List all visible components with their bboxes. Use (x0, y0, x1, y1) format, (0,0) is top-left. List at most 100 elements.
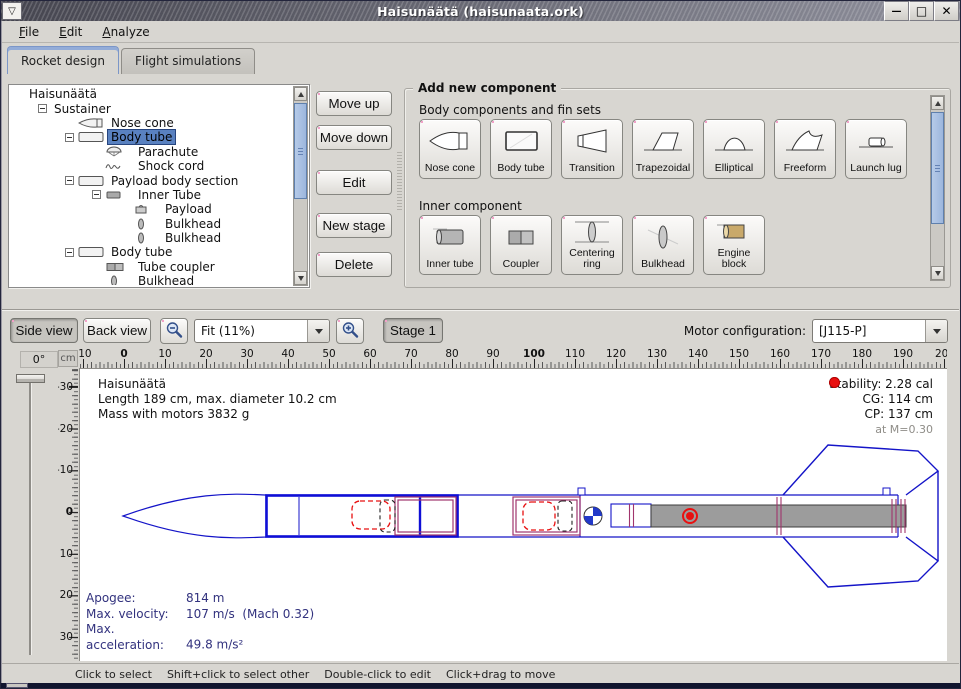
title-bar[interactable]: Haisunäätä (haisunaata.ork) ▽ — □ ✕ (1, 1, 960, 21)
tree-item-rocket[interactable]: Haisunäätä (11, 87, 292, 101)
add-freeform-fin-button[interactable]: Freeform (774, 119, 836, 179)
scrollbar-thumb[interactable] (294, 103, 307, 199)
launch-lug[interactable] (578, 488, 585, 495)
bulkhead-outline[interactable] (558, 501, 572, 531)
move-up-button[interactable]: Move up (316, 91, 392, 116)
add-launch-lug-button[interactable]: Launch lug (845, 119, 907, 179)
ruler-unit-label: cm (58, 350, 78, 367)
tree-item-bulkhead[interactable]: Bulkhead (11, 231, 292, 245)
tube-coupler-outline[interactable] (395, 497, 456, 535)
zoom-level-combobox[interactable]: Fit (11%) (194, 319, 330, 343)
menu-analyze[interactable]: Analyze (93, 22, 158, 42)
inner-tube-outline[interactable] (513, 497, 580, 535)
tree-item-inner-tube[interactable]: Inner Tube (11, 188, 292, 202)
add-component-panel: Add new component Body components and fi… (404, 88, 951, 288)
side-view-button[interactable]: Side view (10, 318, 78, 343)
rotation-slider-track[interactable] (29, 378, 32, 655)
add-inner-tube-button[interactable]: Inner tube (419, 215, 481, 275)
add-trapezoidal-fin-button[interactable]: Trapezoidal (632, 119, 694, 179)
motor-mount-tube[interactable] (611, 504, 651, 527)
move-down-button[interactable]: Move down (316, 125, 392, 150)
nose-cone-outline[interactable] (123, 494, 266, 538)
elliptical-fin-icon (711, 120, 757, 163)
tree-item-parachute[interactable]: Parachute (11, 145, 292, 159)
tree-item-shock-cord[interactable]: Shock cord (11, 159, 292, 173)
add-component-scrollbar[interactable] (930, 95, 945, 281)
maximize-button[interactable]: □ (909, 1, 934, 21)
motor-configuration-combobox[interactable]: [J115-P] (812, 319, 948, 343)
collapse-icon[interactable] (92, 190, 101, 199)
menu-edit[interactable]: Edit (50, 22, 91, 42)
shock-cord-outline[interactable] (380, 500, 395, 532)
scroll-down-button[interactable] (931, 266, 944, 280)
window-bottom-edge (1, 683, 960, 688)
rotation-slider-handle[interactable] (16, 374, 45, 383)
add-body-tube-button[interactable]: Body tube (490, 119, 552, 179)
rocket-drawing-region: 0° cm -10 0 10 20 30 40 50 60 70 80 90 1… (2, 348, 959, 663)
add-nose-cone-button[interactable]: Nose cone (419, 119, 481, 179)
launch-lug[interactable] (883, 488, 890, 495)
view-toolbar: Side view Back view Fit (11%) Stage 1 Mo… (2, 310, 959, 348)
menu-file[interactable]: File (10, 22, 48, 42)
trapezoidal-fin-icon (640, 120, 686, 163)
scroll-up-button[interactable] (294, 87, 307, 101)
status-bar: Click to select Shift+click to select ot… (2, 663, 959, 684)
close-button[interactable]: ✕ (934, 1, 959, 21)
add-centering-ring-button[interactable]: Centering ring (561, 215, 623, 275)
zoom-in-button[interactable] (336, 318, 364, 344)
add-component-title: Add new component (413, 81, 561, 95)
add-bulkhead-button[interactable]: Bulkhead (632, 215, 694, 275)
tree-scrollbar[interactable] (293, 86, 308, 286)
arrow-down-icon (298, 276, 304, 281)
tree-item-bulkhead[interactable]: Bulkhead (11, 274, 292, 285)
hint-click-drag: Click+drag to move (446, 668, 555, 681)
parachute-icon (105, 146, 135, 158)
tab-rocket-design[interactable]: Rocket design (7, 46, 119, 74)
collapse-icon[interactable] (65, 133, 74, 142)
add-engine-block-button[interactable]: Engine block (703, 215, 765, 275)
stage-1-toggle[interactable]: Stage 1 (383, 318, 443, 343)
rotation-angle-label: 0° (20, 351, 58, 368)
splitter-handle[interactable] (397, 152, 402, 210)
tree-item-nose-cone[interactable]: Nose cone (11, 116, 292, 130)
minimize-button[interactable]: — (884, 1, 909, 21)
new-stage-button[interactable]: New stage (316, 213, 392, 238)
tree-item-payload-body-section[interactable]: Payload body section (11, 173, 292, 187)
collapse-icon[interactable] (38, 104, 47, 113)
add-transition-button[interactable]: Transition (561, 119, 623, 179)
tree-item-tube-coupler[interactable]: Tube coupler (11, 260, 292, 274)
application-window: Haisunäätä (haisunaata.ork) ▽ — □ ✕ File… (0, 0, 961, 689)
tab-flight-simulations[interactable]: Flight simulations (121, 48, 255, 74)
window-menu-button[interactable]: ▽ (2, 2, 22, 20)
tree-item-body-tube[interactable]: Body tube (11, 130, 292, 144)
launch-lug-icon (853, 120, 899, 163)
delete-button[interactable]: Delete (316, 252, 392, 277)
tree-item-payload[interactable]: Payload (11, 202, 292, 216)
rocket-name: Haisunäätä (98, 377, 337, 392)
payload-outline[interactable] (523, 502, 555, 530)
edit-button[interactable]: Edit (316, 170, 392, 195)
add-elliptical-fin-button[interactable]: Elliptical (703, 119, 765, 179)
dropdown-arrow-icon[interactable] (925, 320, 947, 342)
collapse-icon[interactable] (65, 248, 74, 257)
parachute-outline[interactable] (352, 501, 390, 529)
tree-item-bulkhead[interactable]: Bulkhead (11, 217, 292, 231)
rocket-info: Haisunäätä Length 189 cm, max. diameter … (98, 377, 337, 422)
add-coupler-button[interactable]: Coupler (490, 215, 552, 275)
scrollbar-thumb[interactable] (931, 112, 944, 224)
back-view-button[interactable]: Back view (83, 318, 151, 343)
bulkhead-icon (105, 275, 135, 285)
minimize-icon: — (892, 6, 902, 17)
freeform-fin-icon (782, 120, 828, 163)
rocket-canvas[interactable]: Haisunäätä Length 189 cm, max. diameter … (79, 368, 947, 661)
dropdown-arrow-icon[interactable] (307, 320, 329, 342)
zoom-out-button[interactable] (160, 318, 188, 344)
tree-item-body-tube-aft[interactable]: Body tube (11, 245, 292, 259)
tab-bar: Rocket design Flight simulations (2, 44, 959, 74)
scroll-down-button[interactable] (294, 271, 307, 285)
tree-item-stage[interactable]: Sustainer (11, 101, 292, 115)
scroll-up-button[interactable] (931, 96, 944, 110)
resize-handle[interactable] (6, 683, 28, 688)
menu-bar: File Edit Analyze (2, 21, 959, 43)
collapse-icon[interactable] (65, 176, 74, 185)
